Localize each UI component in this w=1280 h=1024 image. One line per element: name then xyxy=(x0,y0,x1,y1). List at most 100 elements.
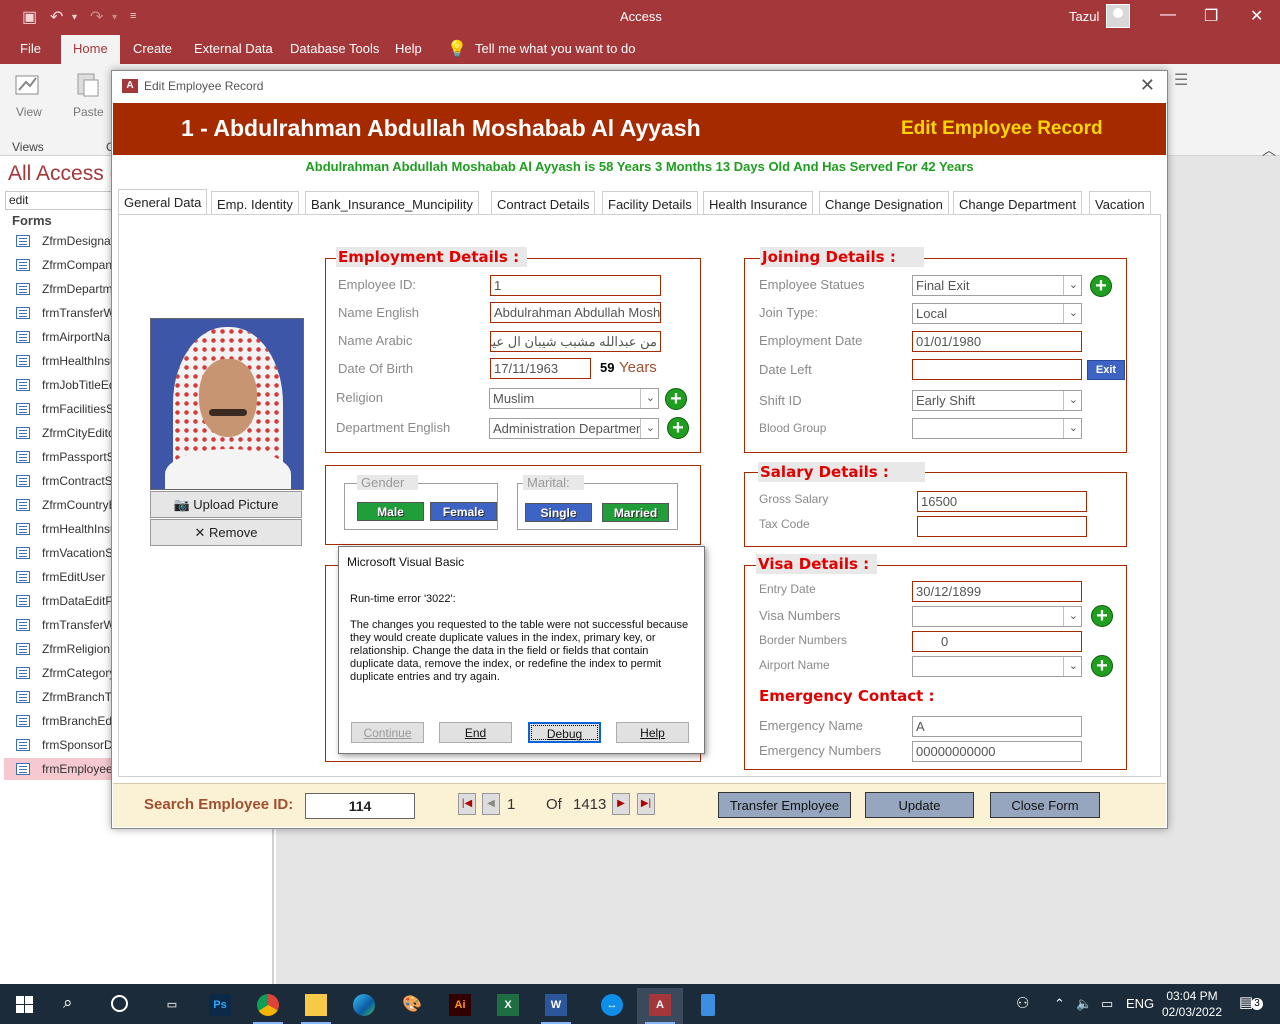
add-visa-icon[interactable]: + xyxy=(1091,605,1113,627)
chevron-down-icon[interactable]: ⌄ xyxy=(646,421,655,434)
chevron-down-icon[interactable]: ⌄ xyxy=(1069,609,1078,622)
list-icon[interactable]: ☰ xyxy=(1174,70,1188,90)
menu-file[interactable]: File xyxy=(20,41,41,56)
tab-health-insurance[interactable]: Health Insurance xyxy=(703,191,814,215)
entry-date-field[interactable]: 30/12/1899 xyxy=(912,581,1082,602)
transfer-employee-button[interactable]: Transfer Employee xyxy=(718,792,851,818)
department-combo[interactable]: Administration Department ⌄ xyxy=(489,418,659,439)
input-language[interactable]: ENG xyxy=(1126,996,1154,1011)
next-record-icon[interactable]: ▶ xyxy=(612,793,630,815)
redo-icon[interactable]: ↷ xyxy=(90,7,103,27)
paste-icon[interactable] xyxy=(74,70,102,98)
tab-emp-identity[interactable]: Emp. Identity xyxy=(211,191,299,215)
search-employee-input[interactable]: 114 xyxy=(305,793,415,819)
religion-combo[interactable]: Muslim ⌄ xyxy=(489,388,659,409)
minimize-icon[interactable]: — xyxy=(1160,6,1176,24)
tab-contract-details[interactable]: Contract Details xyxy=(491,191,596,215)
paste-button-label[interactable]: Paste xyxy=(73,105,104,119)
taskbar-edge[interactable] xyxy=(341,988,387,1024)
remove-picture-button[interactable]: ✕ Remove xyxy=(150,519,302,546)
search-icon[interactable]: ⌕ xyxy=(63,993,73,1013)
previous-record-icon[interactable]: ◀ xyxy=(482,793,500,815)
taskbar-excel[interactable]: X xyxy=(485,988,531,1024)
last-record-icon[interactable]: ▶| xyxy=(637,793,655,815)
undo-dropdown-icon[interactable]: ▾ xyxy=(72,12,77,23)
tab-general-data[interactable]: General Data xyxy=(118,189,208,216)
end-button[interactable]: End xyxy=(439,722,512,743)
menu-help[interactable]: Help xyxy=(395,41,422,56)
chevron-down-icon[interactable]: ⌄ xyxy=(1069,306,1078,319)
taskbar-phone[interactable] xyxy=(685,988,731,1024)
marital-single-option[interactable]: Single xyxy=(525,503,592,522)
gender-female-option[interactable]: Female xyxy=(430,502,497,521)
avatar[interactable] xyxy=(1106,4,1130,28)
name-arabic-field[interactable]: من عبدالله مشبب شيبان ال عياش xyxy=(490,331,661,352)
customize-toolbar-icon[interactable]: ≡ xyxy=(130,10,136,22)
save-icon[interactable]: ▣ xyxy=(22,7,37,27)
menu-database-tools[interactable]: Database Tools xyxy=(290,41,379,56)
taskbar-task-view[interactable]: ▭ xyxy=(149,988,195,1024)
menu-external-data[interactable]: External Data xyxy=(194,41,273,56)
chevron-down-icon[interactable]: ⌄ xyxy=(1069,393,1078,406)
taskbar-illustrator[interactable]: Ai xyxy=(437,988,483,1024)
close-form-button[interactable]: Close Form xyxy=(990,792,1100,818)
date-left-field[interactable] xyxy=(912,359,1082,380)
tab-change-designation[interactable]: Change Designation xyxy=(819,191,949,215)
employment-date-field[interactable]: 01/01/1980 xyxy=(912,331,1082,352)
tax-code-field[interactable] xyxy=(917,516,1087,537)
view-icon[interactable] xyxy=(14,70,42,98)
taskbar-teamviewer[interactable]: ↔ xyxy=(589,988,635,1024)
network-icon[interactable]: ▭ xyxy=(1101,996,1113,1012)
view-button-label[interactable]: View xyxy=(16,105,42,119)
user-name[interactable]: Tazul xyxy=(1069,9,1099,24)
date-of-birth-field[interactable]: 17/11/1963 xyxy=(490,358,591,379)
emergency-name-field[interactable]: A xyxy=(912,716,1082,737)
airport-name-combo[interactable]: ⌄ xyxy=(912,656,1082,677)
taskbar-file-explorer[interactable] xyxy=(293,988,339,1024)
continue-button[interactable]: Continue xyxy=(351,722,424,743)
volume-icon[interactable]: 🔈 xyxy=(1076,996,1092,1012)
chevron-down-icon[interactable]: ⌄ xyxy=(646,391,655,404)
clock[interactable]: 03:04 PM 02/03/2022 xyxy=(1160,988,1224,1020)
employee-id-field[interactable]: 1 xyxy=(490,275,661,296)
debug-button[interactable]: Debug xyxy=(528,722,601,743)
name-english-field[interactable]: Abdulrahman Abdullah Moshabab Al Ayyash xyxy=(490,302,661,323)
blood-group-combo[interactable]: ⌄ xyxy=(912,418,1082,439)
tab-bank-insurance[interactable]: Bank_Insurance_Muncipility xyxy=(305,191,479,215)
tab-facility-details[interactable]: Facility Details xyxy=(602,191,698,215)
taskbar-photoshop[interactable]: Ps xyxy=(197,988,243,1024)
chevron-down-icon[interactable]: ⌄ xyxy=(1069,278,1078,291)
redo-dropdown-icon[interactable]: ▾ xyxy=(112,12,117,23)
close-icon[interactable]: ✕ xyxy=(1250,6,1263,26)
upload-picture-button[interactable]: 📷 Upload Picture xyxy=(150,491,302,518)
add-department-icon[interactable]: + xyxy=(667,417,689,439)
taskbar-chrome[interactable] xyxy=(245,988,291,1024)
employee-status-combo[interactable]: Final Exit ⌄ xyxy=(912,275,1082,296)
form-close-icon[interactable]: ✕ xyxy=(1140,75,1155,96)
restore-icon[interactable]: ❐ xyxy=(1204,6,1218,26)
add-airport-icon[interactable]: + xyxy=(1091,655,1113,677)
shift-combo[interactable]: Early Shift ⌄ xyxy=(912,390,1082,411)
first-record-icon[interactable]: |◀ xyxy=(458,793,476,815)
marital-married-option[interactable]: Married xyxy=(602,503,669,522)
taskbar-access[interactable]: A xyxy=(637,988,683,1024)
chevron-down-icon[interactable]: ⌄ xyxy=(1069,659,1078,672)
tab-vacation[interactable]: Vacation xyxy=(1089,191,1151,215)
tell-me-search[interactable]: Tell me what you want to do xyxy=(475,41,635,56)
tab-change-department[interactable]: Change Department xyxy=(953,191,1083,215)
taskbar-paint[interactable]: 🎨 xyxy=(389,988,435,1024)
menu-home[interactable]: Home xyxy=(61,35,120,64)
gender-male-option[interactable]: Male xyxy=(357,502,424,521)
nav-group-forms[interactable]: Forms xyxy=(12,213,52,228)
border-numbers-field[interactable]: 0 xyxy=(912,631,1082,652)
add-religion-icon[interactable]: + xyxy=(665,388,687,410)
cortana-icon[interactable] xyxy=(111,995,128,1012)
help-button[interactable]: Help xyxy=(616,722,689,743)
undo-icon[interactable]: ↶ xyxy=(50,7,63,27)
add-status-icon[interactable]: + xyxy=(1090,275,1112,297)
nav-pane-title[interactable]: All Access ( xyxy=(8,162,117,186)
exit-button[interactable]: Exit xyxy=(1087,360,1125,380)
join-type-combo[interactable]: Local ⌄ xyxy=(912,303,1082,324)
update-button[interactable]: Update xyxy=(865,792,974,818)
taskbar-word[interactable]: W xyxy=(533,988,579,1024)
